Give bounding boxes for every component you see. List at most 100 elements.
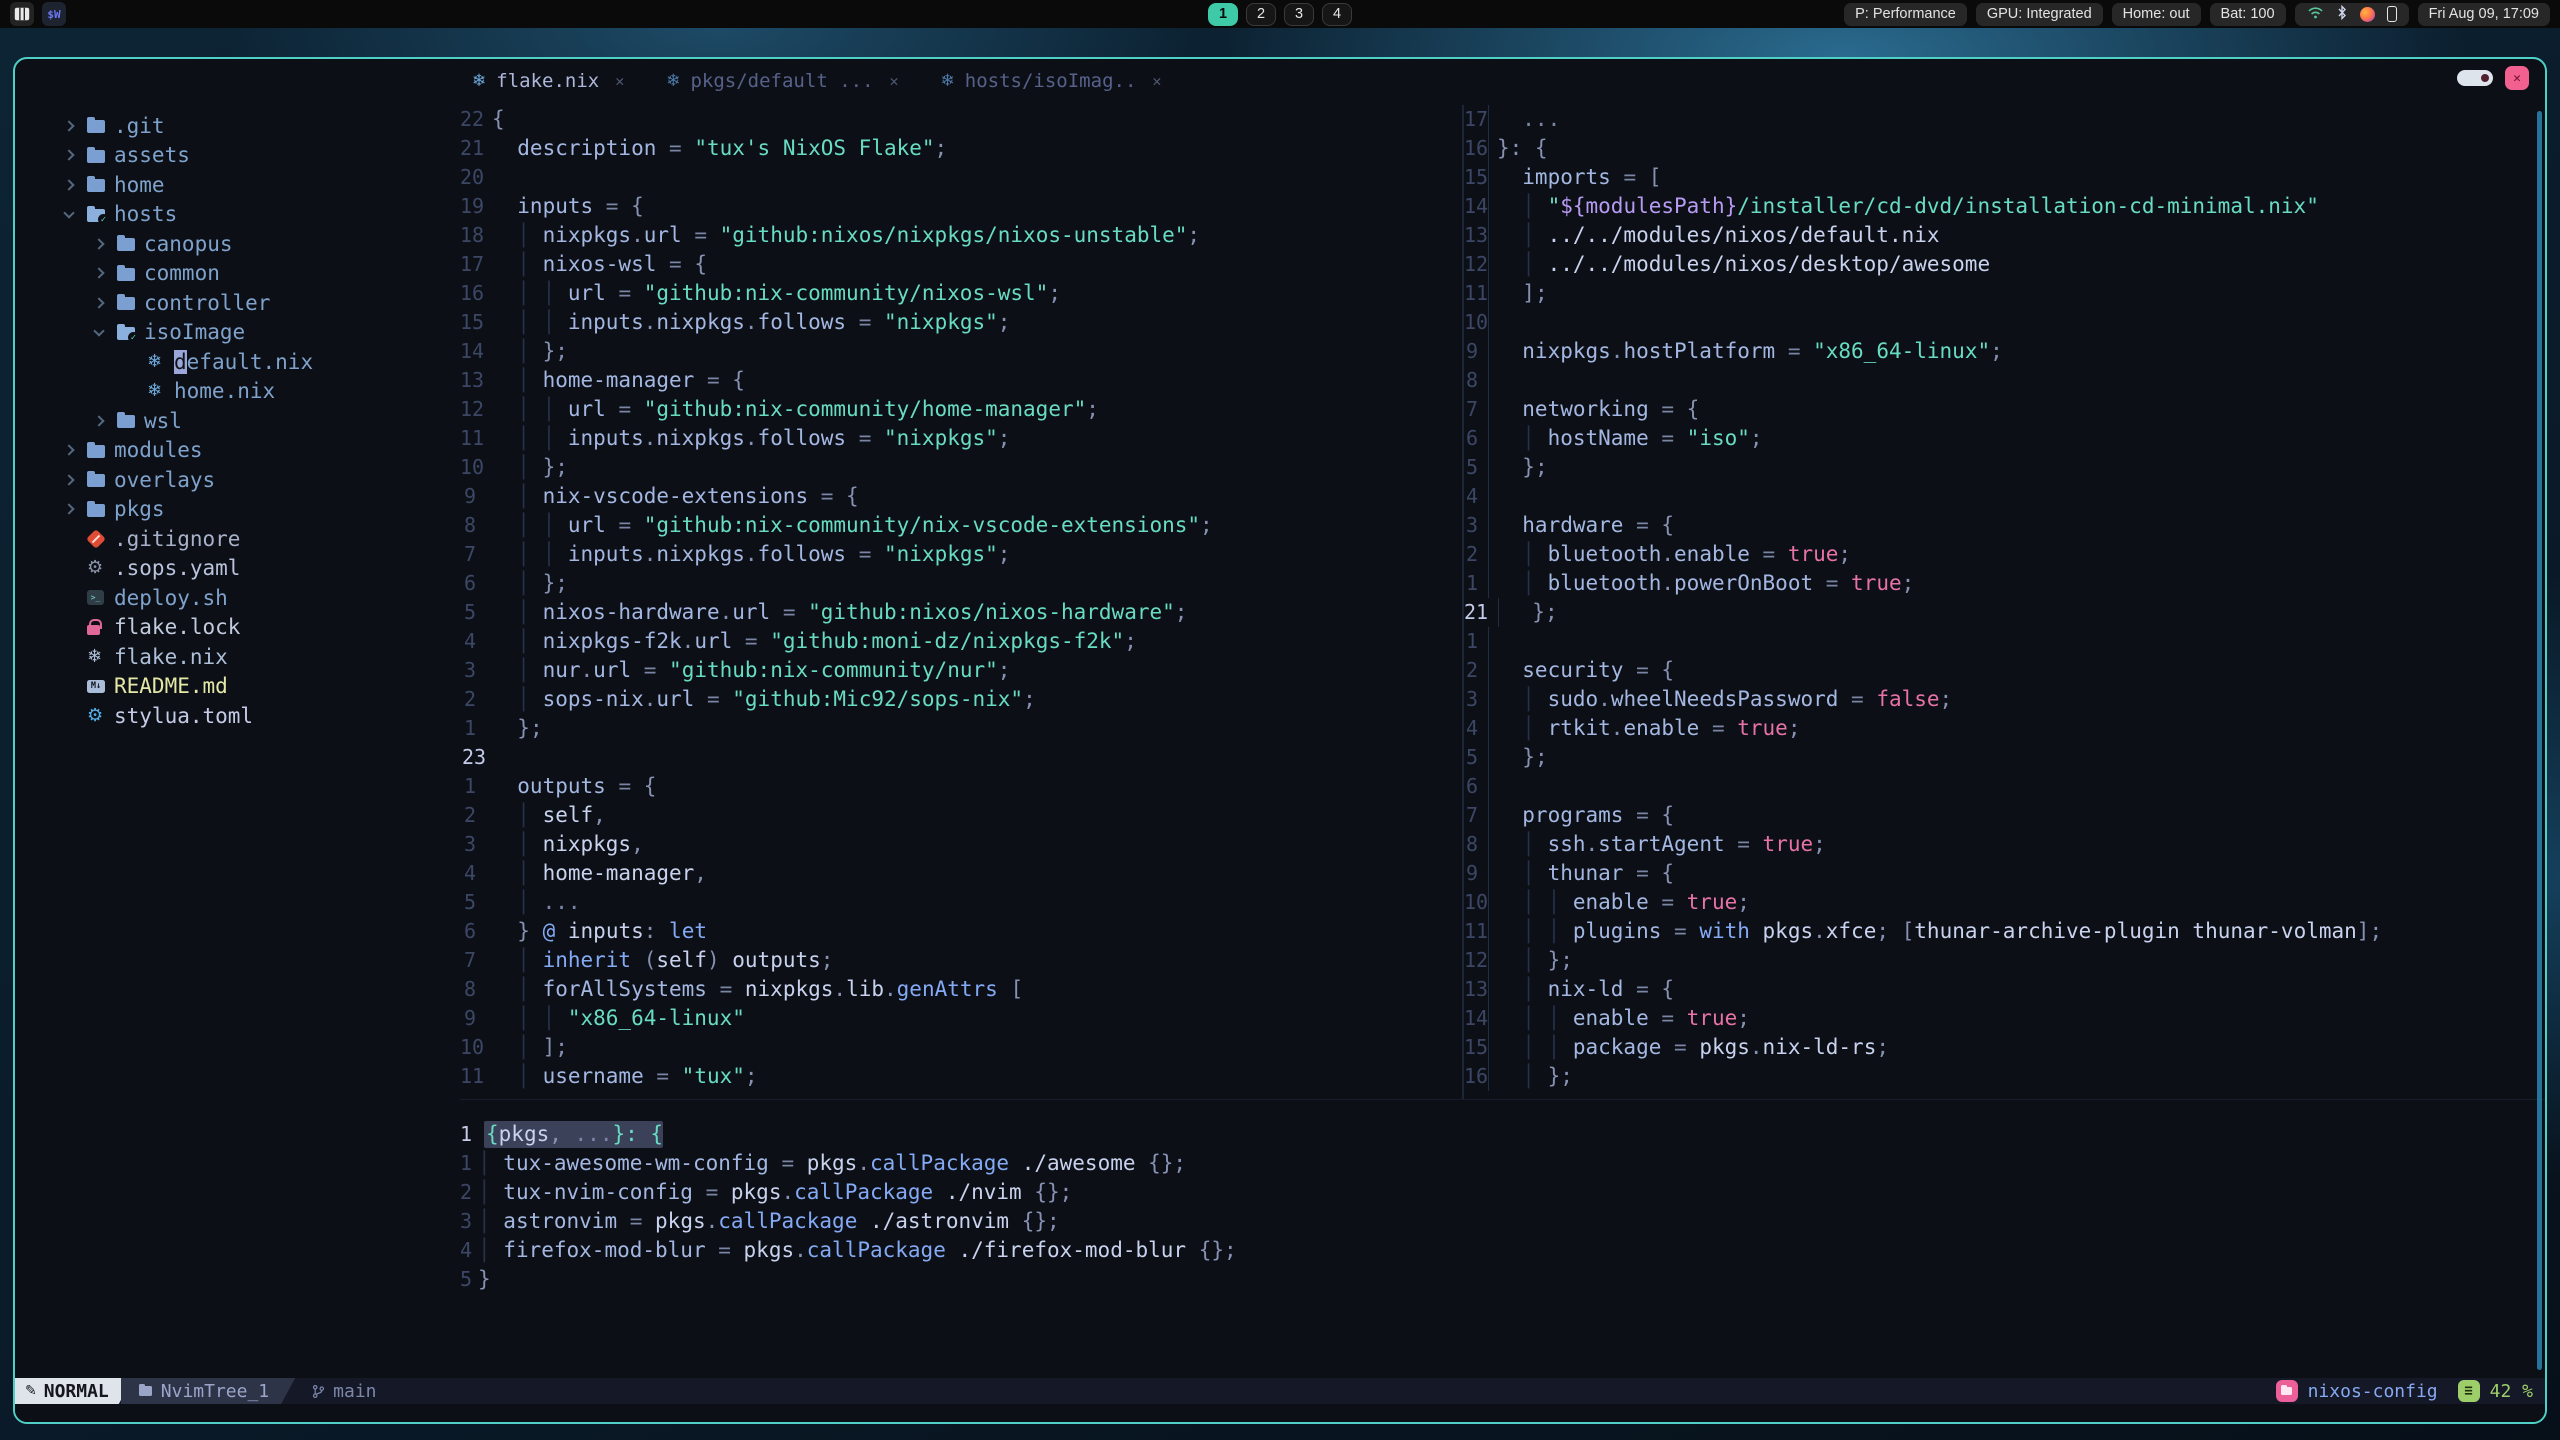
tree-item-deploy-sh[interactable]: >_ deploy.sh (15, 583, 460, 613)
code-line[interactable]: 4 │ nixpkgs-f2k.url = "github:moni-dz/ni… (460, 627, 1462, 656)
tree-item-common[interactable]: common (15, 259, 460, 289)
code-line[interactable]: 13 │ home-manager = { (460, 366, 1462, 395)
code-line[interactable]: 16 │ }; (1464, 1062, 2545, 1091)
code-line[interactable]: 21 description = "tux's NixOS Flake"; (460, 134, 1462, 163)
code-line[interactable]: 2 security = { (1464, 656, 2545, 685)
code-line[interactable]: 9 nixpkgs.hostPlatform = "x86_64-linux"; (1464, 337, 2545, 366)
apps-grid-icon[interactable] (10, 2, 34, 26)
tree-item-home[interactable]: home (15, 170, 460, 200)
color-temperature-icon[interactable] (2359, 6, 2375, 22)
code-line[interactable]: 11 │ │ inputs.nixpkgs.follows = "nixpkgs… (460, 424, 1462, 453)
code-line[interactable]: 14 │ │ enable = true; (1464, 1004, 2545, 1033)
code-line[interactable]: 12 │ ../../modules/nixos/desktop/awesome (1464, 250, 2545, 279)
tab-pkgs-default-[interactable]: ❄ pkgs/default ... ✕ (666, 70, 898, 92)
tree-item-flake-lock[interactable]: flake.lock (15, 613, 460, 643)
pane-pkgs-default[interactable]: 1 {pkgs, ...}: {1 │ tux-awesome-wm-config … (460, 1100, 2545, 1378)
code-line[interactable]: 11 ]; (1464, 279, 2545, 308)
code-line[interactable]: 5 }; (1464, 453, 2545, 482)
code-line[interactable]: 2 │ sops-nix.url = "github:Mic92/sops-ni… (460, 685, 1462, 714)
code-line[interactable]: 3 hardware = { (1464, 511, 2545, 540)
code-line[interactable]: 12 │ │ url = "github:nix-community/home-… (460, 395, 1462, 424)
code-line[interactable]: 15 │ │ package = pkgs.nix-ld-rs; (1464, 1033, 2545, 1062)
tree-item-assets[interactable]: assets (15, 141, 460, 171)
tree-item-hosts[interactable]: hosts (15, 200, 460, 230)
pane-hosts-isoimage[interactable]: 17 ... 16}: {15 imports = [14 │ "${module… (1464, 105, 2545, 1099)
pane-flake-nix[interactable]: 22{21 description = "tux's NixOS Flake";… (460, 105, 1462, 1099)
code-line[interactable]: 15 │ │ inputs.nixpkgs.follows = "nixpkgs… (460, 308, 1462, 337)
tree-item-flake-nix[interactable]: ❄ flake.nix (15, 642, 460, 672)
code-line[interactable]: 16 │ │ url = "github:nix-community/nixos… (460, 279, 1462, 308)
code-line[interactable]: 1 }; (460, 714, 1462, 743)
code-line[interactable]: 21 }; (1464, 598, 2545, 627)
tree-item--gitignore[interactable]: .gitignore (15, 524, 460, 554)
tree-item--git[interactable]: .git (15, 111, 460, 141)
code-line[interactable]: 2 │ tux-nvim-config = pkgs.callPackage ./… (460, 1178, 2545, 1207)
code-line[interactable]: 13 │ nix-ld = { (1464, 975, 2545, 1004)
workspace-button-3[interactable]: 3 (1284, 2, 1314, 26)
code-line[interactable]: 9 │ nix-vscode-extensions = { (460, 482, 1462, 511)
tree-item-modules[interactable]: modules (15, 436, 460, 466)
code-line[interactable]: 10 │ }; (460, 453, 1462, 482)
tree-item-README-md[interactable]: M↓ README.md (15, 672, 460, 702)
code-line[interactable]: 17 │ nixos-wsl = { (460, 250, 1462, 279)
code-line[interactable]: 3 │ sudo.wheelNeedsPassword = false; (1464, 685, 2545, 714)
workspace-button-2[interactable]: 2 (1246, 2, 1276, 26)
code-line[interactable]: 2 │ bluetooth.enable = true; (1464, 540, 2545, 569)
window-toggle-icon[interactable] (2457, 70, 2493, 86)
code-line[interactable]: 7 │ │ inputs.nixpkgs.follows = "nixpkgs"… (460, 540, 1462, 569)
code-line[interactable]: 18 │ nixpkgs.url = "github:nixos/nixpkgs… (460, 221, 1462, 250)
tree-item-home-nix[interactable]: ❄ home.nix (15, 377, 460, 407)
code-line[interactable]: 3 │ nixpkgs, (460, 830, 1462, 859)
network-icon[interactable] (2307, 5, 2324, 23)
code-line[interactable]: 5 }; (1464, 743, 2545, 772)
scrollbar[interactable] (2537, 111, 2542, 1370)
tab-flake-nix[interactable]: ❄ flake.nix ✕ (472, 70, 624, 92)
tree-item-stylua-toml[interactable]: ⚙ stylua.toml (15, 701, 460, 731)
tab-close-icon[interactable]: ✕ (1152, 72, 1161, 90)
tree-item--sops-yaml[interactable]: ⚙ .sops.yaml (15, 554, 460, 584)
phone-icon[interactable] (2386, 6, 2397, 22)
code-line[interactable]: 4 (1464, 482, 2545, 511)
tab-close-icon[interactable]: ✕ (890, 72, 899, 90)
tree-item-default-nix[interactable]: ❄ default.nix (15, 347, 460, 377)
terminal-app-icon[interactable]: $W (42, 2, 66, 26)
code-line[interactable]: 17 ... (1464, 105, 2545, 134)
code-line[interactable]: 14 │ }; (460, 337, 1462, 366)
code-line[interactable]: 3 │ nur.url = "github:nix-community/nur"… (460, 656, 1462, 685)
code-line[interactable]: 15 imports = [ (1464, 163, 2545, 192)
command-line[interactable] (15, 1404, 2545, 1422)
window-close-button[interactable]: ✕ (2505, 66, 2529, 90)
code-line[interactable]: 2 │ self, (460, 801, 1462, 830)
code-line[interactable]: 8 │ │ url = "github:nix-community/nix-vs… (460, 511, 1462, 540)
code-line[interactable]: 23 (460, 743, 1462, 772)
code-line[interactable]: 5 │ nixos-hardware.url = "github:nixos/n… (460, 598, 1462, 627)
workspace-button-4[interactable]: 4 (1322, 2, 1352, 26)
tree-item-canopus[interactable]: canopus (15, 229, 460, 259)
code-line[interactable]: 5} (460, 1265, 2545, 1294)
tree-item-overlays[interactable]: overlays (15, 465, 460, 495)
code-line[interactable]: 11 │ │ plugins = with pkgs.xfce; [thunar… (1464, 917, 2545, 946)
code-line[interactable]: 1 │ bluetooth.powerOnBoot = true; (1464, 569, 2545, 598)
code-line[interactable]: 20 (460, 163, 1462, 192)
code-line[interactable]: 7 networking = { (1464, 395, 2545, 424)
code-line[interactable]: 6 │ }; (460, 569, 1462, 598)
code-line[interactable]: 10 │ ]; (460, 1033, 1462, 1062)
code-line[interactable]: 8 (1464, 366, 2545, 395)
code-line[interactable]: 10 │ │ enable = true; (1464, 888, 2545, 917)
code-line[interactable]: 1 │ tux-awesome-wm-config = pkgs.callPack… (460, 1149, 2545, 1178)
code-line[interactable]: 11 │ username = "tux"; (460, 1062, 1462, 1091)
code-line[interactable]: 22 { (460, 105, 1462, 134)
tree-item-controller[interactable]: controller (15, 288, 460, 318)
code-line[interactable]: 4 │ home-manager, (460, 859, 1462, 888)
code-line[interactable]: 13 │ ../../modules/nixos/default.nix (1464, 221, 2545, 250)
code-line[interactable]: 8 │ forAllSystems = nixpkgs.lib.genAttrs… (460, 975, 1462, 1004)
code-line[interactable]: 4 │ rtkit.enable = true; (1464, 714, 2545, 743)
code-line[interactable]: 4 │ firefox-mod-blur = pkgs.callPackage .… (460, 1236, 2545, 1265)
code-line[interactable]: 6 (1464, 772, 2545, 801)
code-line[interactable]: 7 programs = { (1464, 801, 2545, 830)
code-line[interactable]: 19 inputs = { (460, 192, 1462, 221)
code-line[interactable]: 1 {pkgs, ...}: { (460, 1120, 2545, 1149)
code-line[interactable]: 8 │ ssh.startAgent = true; (1464, 830, 2545, 859)
code-line[interactable]: 3 │ astronvim = pkgs.callPackage ./astron… (460, 1207, 2545, 1236)
code-line[interactable]: 7 │ inherit (self) outputs; (460, 946, 1462, 975)
